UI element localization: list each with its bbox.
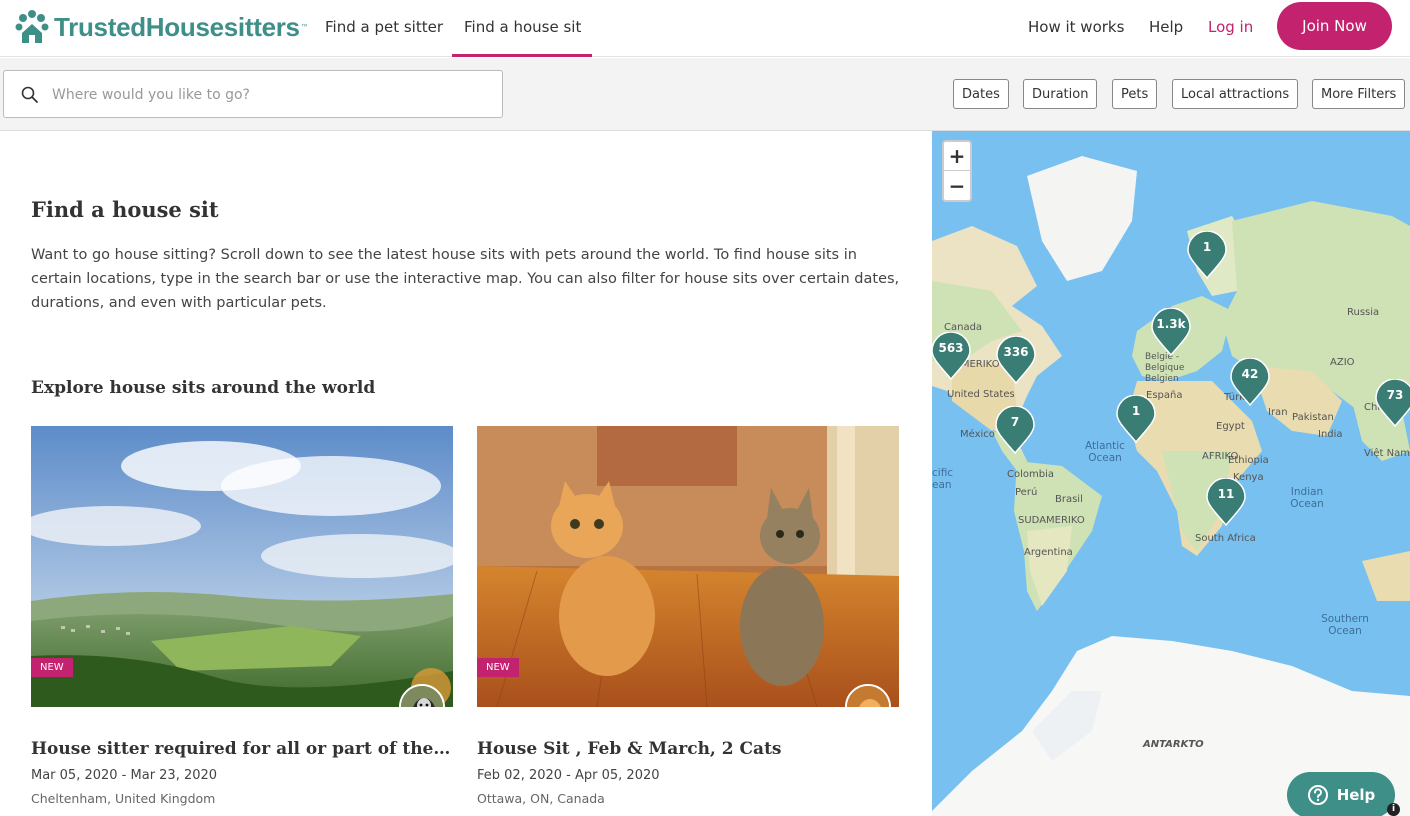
marker-count: 73 [1386, 388, 1404, 402]
map-cluster-marker[interactable]: 1.3k [1151, 307, 1191, 357]
brand-name: TrustedHousesitters [54, 11, 300, 42]
intro-text: Want to go house sitting? Scroll down to… [31, 247, 900, 311]
map-cluster-marker[interactable]: 42 [1230, 357, 1270, 407]
cats-photo [477, 426, 899, 707]
search-input[interactable] [52, 82, 482, 108]
map-label: México [960, 429, 995, 440]
map-label: AZIO [1330, 357, 1355, 368]
map-label: ANTARKTO [1143, 739, 1204, 750]
map-label: SUDAMERIKO [1018, 515, 1085, 526]
card-dates: Feb 02, 2020 - Apr 05, 2020 [477, 768, 660, 783]
map-pin-icon [1375, 378, 1410, 428]
filter-local-attractions-button[interactable]: Local attractions [1172, 79, 1299, 109]
map-cluster-marker[interactable]: 1 [1116, 394, 1156, 444]
map-pin-icon [932, 331, 971, 381]
marker-count: 336 [1003, 345, 1029, 359]
map-cluster-marker[interactable]: 336 [996, 335, 1036, 385]
logo[interactable]: TrustedHousesitters ™ [14, 9, 309, 45]
marker-count: 1 [1131, 404, 1141, 418]
map-label: India [1318, 429, 1343, 440]
marker-count: 563 [938, 341, 964, 355]
join-now-button[interactable]: Join Now [1277, 2, 1392, 50]
marker-count: 42 [1241, 367, 1259, 381]
site-header: TrustedHousesitters ™ Find a pet sitter … [0, 0, 1410, 57]
paw-house-icon [15, 10, 49, 43]
zoom-control: + − [942, 140, 972, 202]
map-label: Argentina [1024, 547, 1073, 558]
help-button[interactable]: Help [1287, 772, 1395, 816]
info-icon[interactable]: i [1387, 803, 1400, 816]
question-icon [1307, 785, 1328, 805]
zoom-in-button[interactable]: + [944, 142, 970, 171]
login-link[interactable]: Log in [1208, 18, 1253, 36]
card-title[interactable]: House Sit , Feb & March, 2 Cats [477, 739, 899, 759]
map-label: cific ean [932, 467, 954, 491]
map-label: Ethiopia [1228, 455, 1269, 466]
map-pin-icon [1206, 477, 1246, 527]
map-label: Southern Ocean [1321, 613, 1369, 637]
card-location: Ottawa, ON, Canada [477, 791, 605, 806]
explore-heading: Explore house sits around the world [31, 378, 376, 398]
map-label: Russia [1347, 307, 1380, 318]
map-pin-icon [1187, 230, 1227, 280]
filter-duration-button[interactable]: Duration [1023, 79, 1098, 109]
nav-find-pet-sitter[interactable]: Find a pet sitter [325, 18, 443, 36]
map-label: Việt Nam [1364, 448, 1410, 459]
listing-photo[interactable]: NEW [477, 426, 899, 707]
house-sit-card[interactable]: NEW House Sit , Feb & March, 2 Cats Feb … [477, 426, 899, 806]
house-sit-card[interactable]: NEW House sitter required for all or par… [31, 426, 453, 806]
map-label: Perú [1015, 487, 1038, 498]
card-dates: Mar 05, 2020 - Mar 23, 2020 [31, 768, 218, 783]
new-badge: NEW [31, 658, 73, 677]
search-icon [21, 86, 38, 103]
marker-count: 11 [1217, 487, 1235, 501]
map-pin-icon [995, 405, 1035, 455]
new-badge: NEW [477, 658, 519, 677]
map-cluster-marker[interactable]: 11 [1206, 477, 1246, 527]
filter-dates-button[interactable]: Dates [953, 79, 1009, 109]
marker-count: 7 [1010, 415, 1020, 429]
map-label: Brasil [1055, 494, 1083, 505]
search-box[interactable] [3, 70, 503, 118]
listing-content: Find a house sit Want to go house sittin… [0, 131, 932, 816]
map-cluster-marker[interactable]: 1 [1187, 230, 1227, 280]
listing-photo[interactable]: NEW [31, 426, 453, 707]
filter-pets-button[interactable]: Pets [1112, 79, 1158, 109]
page-title: Find a house sit [31, 197, 219, 222]
map-cluster-marker[interactable]: 563 [932, 331, 971, 381]
card-location: Cheltenham, United Kingdom [31, 791, 216, 806]
active-nav-indicator [452, 54, 592, 57]
map-cluster-marker[interactable]: 73 [1375, 378, 1410, 428]
trademark: ™ [300, 22, 309, 32]
more-filters-button[interactable]: More Filters [1312, 79, 1406, 109]
map-label: Iran [1268, 407, 1288, 418]
landscape-photo [31, 426, 453, 707]
map-label: Colombia [1007, 469, 1054, 480]
map-label: Atlantic Ocean [1085, 440, 1125, 464]
nav-how-it-works[interactable]: How it works [1028, 18, 1124, 36]
nav-help[interactable]: Help [1149, 18, 1183, 36]
zoom-out-button[interactable]: − [944, 171, 970, 200]
nav-find-house-sit[interactable]: Find a house sit [464, 18, 581, 36]
help-label: Help [1336, 786, 1376, 804]
marker-count: 1 [1202, 240, 1212, 254]
map-pin-icon [1116, 394, 1156, 444]
map-pin-icon [1230, 357, 1270, 407]
search-filter-bar: Dates Duration Pets Local attractions Mo… [0, 58, 1410, 131]
map-label: Egypt [1216, 421, 1245, 432]
map-label: United States [947, 389, 1015, 400]
map-tiles [932, 131, 1410, 816]
marker-count: 1.3k [1156, 317, 1186, 331]
map-pin-icon [1151, 307, 1191, 357]
map-label: South Africa [1195, 533, 1256, 544]
map-pin-icon [996, 335, 1036, 385]
map-label: Indian Ocean [1290, 486, 1324, 510]
world-map[interactable]: + − Canada AMERIKO United States México … [932, 131, 1410, 816]
card-title[interactable]: House sitter required for all or part of… [31, 739, 453, 759]
map-label: België - Belgique Belgien [1145, 352, 1185, 384]
map-label: Pakistan [1292, 412, 1334, 423]
map-cluster-marker[interactable]: 7 [995, 405, 1035, 455]
